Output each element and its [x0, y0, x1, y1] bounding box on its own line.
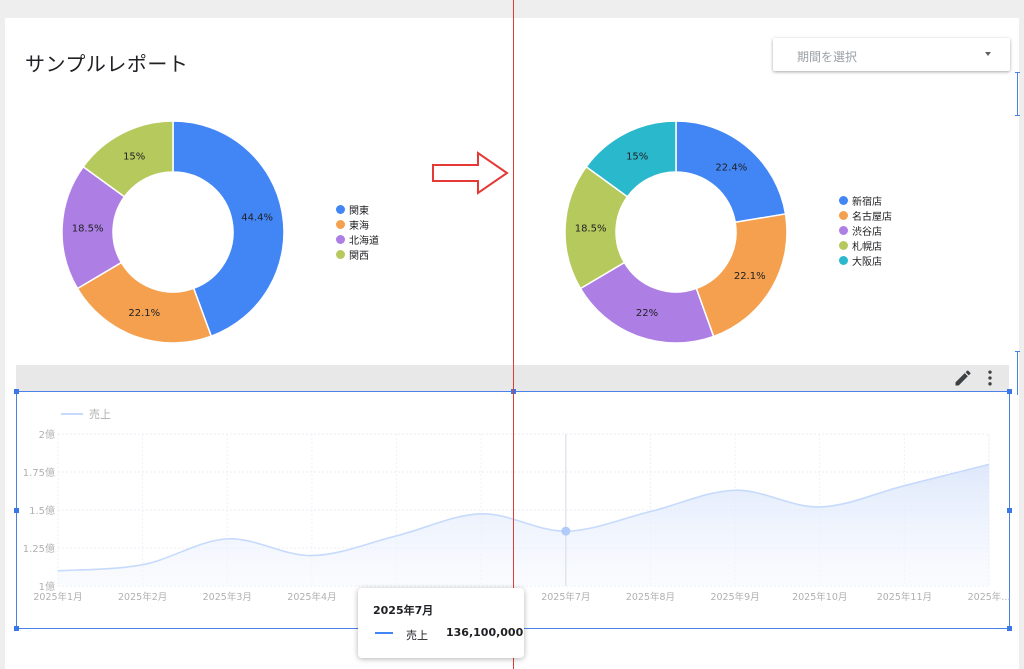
guide-line-annotation: [513, 0, 514, 669]
legend-item[interactable]: 名古屋店: [839, 208, 892, 223]
donut-chart-region[interactable]: 44.4% 22.1% 18.5% 15%: [45, 104, 305, 364]
legend-item[interactable]: 関西: [336, 247, 379, 262]
x-tick-label: 2025年1月: [33, 591, 82, 603]
legend-swatch: [61, 413, 83, 415]
x-tick-label: 2025年7月: [541, 591, 590, 603]
donut-data-label: 18.5%: [72, 223, 104, 234]
x-tick-label: 2025年4月: [287, 591, 336, 603]
x-tick-label: 2025年8月: [626, 591, 675, 603]
legend-label: 東海: [349, 221, 369, 232]
tooltip-title: 2025年7月: [373, 604, 434, 617]
legend-swatch: [839, 226, 848, 235]
donut-data-label: 22.4%: [715, 162, 747, 173]
legend-item[interactable]: 関東: [336, 202, 379, 217]
legend-swatch: [336, 205, 345, 214]
resize-handle-bl[interactable]: [14, 626, 19, 631]
legend-label: 関東: [349, 206, 369, 217]
legend-swatch: [839, 241, 848, 250]
legend-item[interactable]: 東海: [336, 217, 379, 232]
y-tick-label: 1.25億: [23, 542, 55, 555]
y-tick-label: 1.5億: [29, 504, 55, 517]
legend-label: 関西: [349, 251, 369, 262]
y-tick-label: 1.75億: [23, 466, 55, 479]
report-canvas: サンプルレポート 期間を選択 44.4% 22.1% 18.5% 15% 関東東海北海…: [5, 0, 1020, 669]
legend-label: 渋谷店: [852, 227, 882, 238]
tooltip-series-name: 売上: [406, 629, 428, 642]
legend-item[interactable]: 北海道: [336, 232, 379, 247]
donut-legend-store: 新宿店名古屋店渋谷店札幌店大阪店: [839, 193, 892, 268]
resize-handle-tl[interactable]: [14, 389, 19, 394]
more-vert-icon[interactable]: [980, 368, 1000, 388]
hover-data-point[interactable]: [561, 526, 571, 536]
legend-swatch: [839, 211, 848, 220]
legend-item[interactable]: 札幌店: [839, 238, 892, 253]
x-tick-label: 2025年9月: [710, 591, 759, 603]
page-title: サンプルレポート: [25, 52, 189, 76]
x-tick-label: 2025年2月: [118, 591, 167, 603]
x-tick-label: 2025年3月: [203, 591, 252, 603]
legend-label: 新宿店: [852, 197, 882, 208]
legend-label: 大阪店: [852, 257, 882, 268]
resize-handle-br[interactable]: [1007, 626, 1012, 631]
donut-data-label: 15%: [123, 151, 145, 162]
x-tick-label: 2025年10月: [792, 591, 847, 603]
legend-swatch: [336, 220, 345, 229]
caret-down-icon: [985, 52, 991, 56]
tooltip-value: 136,100,000: [446, 626, 524, 639]
selection-bracket-bottom: [1015, 351, 1020, 395]
legend-item[interactable]: 渋谷店: [839, 223, 892, 238]
legend-swatch: [336, 235, 345, 244]
legend-item[interactable]: 大阪店: [839, 253, 892, 268]
donut-data-label: 22%: [636, 308, 658, 319]
donut-data-label: 22.1%: [734, 271, 766, 282]
selection-bracket-top: [1015, 72, 1020, 116]
legend-swatch: [839, 196, 848, 205]
donut-data-label: 22.1%: [128, 308, 160, 319]
chart-tooltip: 2025年7月 売上 136,100,000: [358, 588, 524, 658]
resize-handle-tr[interactable]: [1007, 389, 1012, 394]
legend-label: 北海道: [349, 236, 379, 247]
pencil-icon[interactable]: [953, 368, 973, 388]
tooltip-series-swatch: [375, 632, 393, 634]
area-fill: [58, 464, 989, 586]
legend-swatch: [839, 256, 848, 265]
date-range-placeholder: 期間を選択: [797, 50, 858, 64]
legend-label: 名古屋店: [852, 212, 892, 223]
legend-label: 札幌店: [852, 242, 882, 253]
x-tick-label: 2025年...: [968, 591, 1011, 603]
x-tick-label: 2025年11月: [877, 591, 932, 603]
donut-chart-store[interactable]: 22.4% 22.1% 22% 18.5% 15%: [548, 104, 808, 364]
date-range-picker[interactable]: 期間を選択: [773, 38, 1010, 71]
donut-data-label: 15%: [626, 151, 648, 162]
donut-data-label: 44.4%: [241, 213, 273, 224]
donut-legend-region: 関東 東海 北海道 関西: [336, 202, 379, 262]
donut-data-label: 18.5%: [575, 223, 607, 234]
y-tick-label: 2億: [39, 428, 55, 441]
legend-item[interactable]: 新宿店: [839, 193, 892, 208]
legend-swatch: [336, 250, 345, 259]
red-arrow-annotation: [432, 151, 509, 195]
